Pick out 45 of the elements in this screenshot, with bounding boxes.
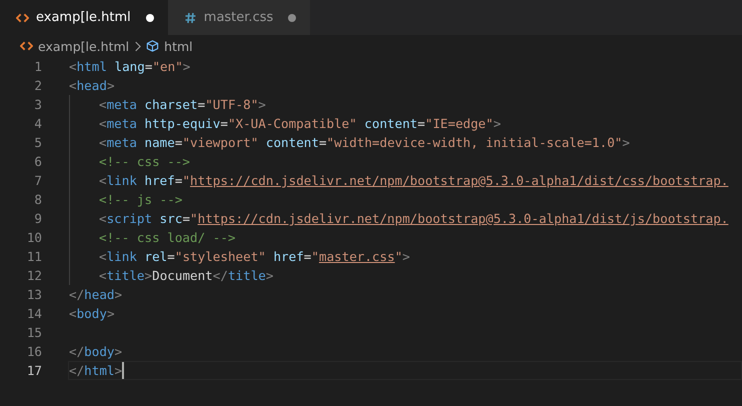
code-line: </body> [69,344,122,359]
line-number: 7 [33,173,42,188]
code-line: <meta name="viewport" content="width=device-width, initial-scale=1.0"> [99,135,630,150]
line-number: 3 [33,97,42,112]
line-number: 13 [26,287,42,302]
line-number: 17 [26,363,42,378]
line-number: 2 [33,78,42,93]
code-brackets-icon [16,12,29,24]
code-line: <!-- css --> [99,154,190,169]
line-number: 6 [33,154,42,169]
line-number: 9 [33,211,42,226]
code-line: <link href="https://cdn.jsdelivr.net/npm/bootstrap@5.3.0-alpha1/dist/css/bootstrap. [99,173,728,188]
code-line: </html> [69,363,122,378]
code-line: <script src="https://cdn.jsdelivr.net/npm/bootstrap@5.3.0-alpha1/dist/js/bootstrap. [99,211,728,226]
unsaved-dot [288,14,296,22]
code-line: </head> [69,287,122,302]
cube-icon [146,40,160,52]
code-line: <title>Document</title> [99,268,274,283]
code-line: <link rel="stylesheet" href="master.css"> [99,249,410,264]
code-brackets-icon [20,40,33,52]
line-number: 14 [26,306,42,321]
line-number: 12 [26,268,42,283]
line-number: 1 [33,59,42,74]
line-number: 11 [26,249,42,264]
editor-tab[interactable]: examp[le.html [0,0,168,35]
chevron-right-icon [134,40,142,52]
code-line: <!-- js --> [99,192,182,207]
code-line: <body> [69,306,115,321]
line-number: 10 [26,230,42,245]
line-number: 16 [26,344,42,359]
code-line: <meta http-equiv="X-UA-Compatible" content="IE=edge"> [99,116,501,131]
line-number: 5 [33,135,42,150]
hash-icon [184,12,197,24]
breadcrumb-item[interactable]: html [146,38,193,54]
code-line: <html lang="en"> [69,59,190,74]
line-number: 8 [33,192,42,207]
text-cursor [122,362,124,379]
code-line: <!-- css load/ --> [99,230,236,245]
code-line: <head> [69,78,115,93]
breadcrumb-item[interactable]: examp[le.html [20,38,130,54]
code-line: <meta charset="UTF-8"> [99,97,266,112]
editor-tab[interactable]: master.css [168,0,310,35]
unsaved-dot [146,14,154,22]
line-number: 4 [33,116,42,131]
line-number: 15 [26,325,42,340]
